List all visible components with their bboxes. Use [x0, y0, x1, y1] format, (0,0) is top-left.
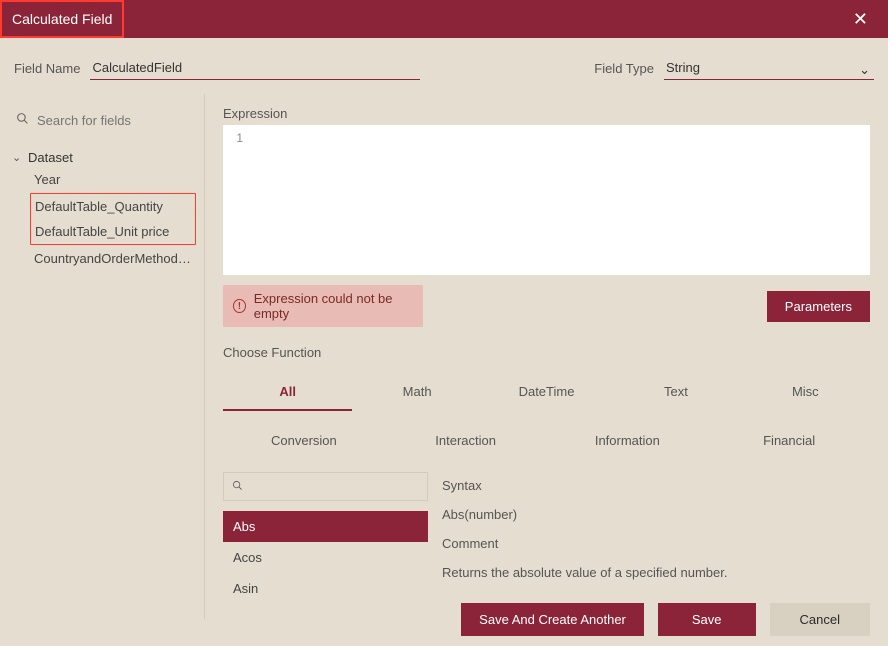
comment-label: Comment: [442, 536, 870, 551]
expression-editor[interactable]: 1: [223, 125, 870, 275]
chevron-down-icon: ⌄: [12, 151, 24, 164]
tab-misc[interactable]: Misc: [741, 374, 870, 411]
function-detail: Syntax Abs(number) Comment Returns the a…: [442, 472, 870, 604]
field-type-select[interactable]: String: [664, 56, 874, 80]
dialog-footer: Save And Create Another Save Cancel: [0, 593, 888, 646]
tree-item-quantity[interactable]: DefaultTable_Quantity: [31, 194, 195, 219]
subtab-information[interactable]: Information: [547, 425, 709, 456]
save-and-create-button[interactable]: Save And Create Another: [461, 603, 644, 636]
content-area: Expression 1 ! Expression could not be e…: [205, 94, 888, 619]
error-banner: ! Expression could not be empty: [223, 285, 423, 327]
function-search[interactable]: [223, 472, 428, 501]
syntax-value: Abs(number): [442, 507, 870, 522]
cancel-button[interactable]: Cancel: [770, 603, 870, 636]
fields-sidebar: ⌄ Dataset Year DefaultTable_Quantity Def…: [0, 94, 205, 619]
field-tree: ⌄ Dataset Year DefaultTable_Quantity Def…: [8, 148, 196, 271]
tree-item-country[interactable]: CountryandOrderMethodT...: [30, 246, 196, 271]
function-subtabs: Conversion Interaction Information Finan…: [223, 425, 870, 456]
search-icon: [232, 479, 243, 494]
line-number: 1: [223, 131, 243, 145]
function-search-input[interactable]: [249, 480, 419, 494]
syntax-label: Syntax: [442, 478, 870, 493]
field-type-label: Field Type: [594, 61, 654, 76]
function-list: Abs Acos Asin: [223, 511, 428, 604]
main-area: ⌄ Dataset Year DefaultTable_Quantity Def…: [0, 94, 888, 619]
func-item-acos[interactable]: Acos: [223, 542, 428, 573]
parameters-button[interactable]: Parameters: [767, 291, 870, 322]
tree-item-unit-price[interactable]: DefaultTable_Unit price: [31, 219, 195, 244]
tree-item-year[interactable]: Year: [30, 167, 196, 192]
field-search-input[interactable]: [37, 113, 213, 128]
subtab-financial[interactable]: Financial: [708, 425, 870, 456]
function-tabs: All Math DateTime Text Misc: [223, 374, 870, 411]
field-name-label: Field Name: [14, 61, 80, 76]
tab-text[interactable]: Text: [611, 374, 740, 411]
tab-all[interactable]: All: [223, 374, 352, 411]
comment-value: Returns the absolute value of a specifie…: [442, 565, 870, 580]
tree-root-dataset[interactable]: ⌄ Dataset: [8, 148, 196, 167]
field-name-input[interactable]: [90, 56, 420, 80]
subtab-conversion[interactable]: Conversion: [223, 425, 385, 456]
expression-label: Expression: [223, 106, 870, 121]
title-bar: Calculated Field ✕: [0, 0, 888, 38]
tree-root-label: Dataset: [28, 150, 73, 165]
field-search-row: [8, 106, 196, 134]
dialog-title: Calculated Field: [12, 11, 112, 27]
tab-math[interactable]: Math: [352, 374, 481, 411]
subtab-interaction[interactable]: Interaction: [385, 425, 547, 456]
tab-datetime[interactable]: DateTime: [482, 374, 611, 411]
error-icon: !: [233, 299, 246, 313]
editor-gutter: 1: [223, 125, 249, 275]
error-text: Expression could not be empty: [254, 291, 413, 321]
save-button[interactable]: Save: [658, 603, 756, 636]
title-highlight: Calculated Field: [0, 0, 124, 38]
editor-code-area[interactable]: [249, 125, 870, 275]
func-item-abs[interactable]: Abs: [223, 511, 428, 542]
choose-function-label: Choose Function: [223, 345, 870, 360]
search-icon: [16, 112, 29, 128]
field-header-row: Field Name Field Type String ⌄: [0, 38, 888, 94]
tree-highlight-box: DefaultTable_Quantity DefaultTable_Unit …: [30, 193, 196, 245]
close-icon[interactable]: ✕: [845, 5, 876, 34]
